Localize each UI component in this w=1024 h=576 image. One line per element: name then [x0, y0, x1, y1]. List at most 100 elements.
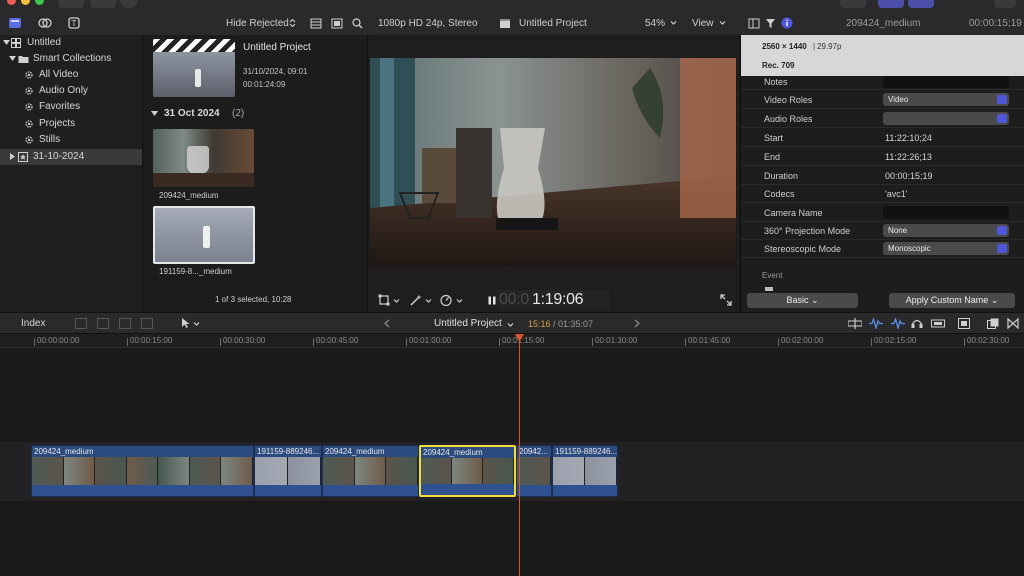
overwrite-clip-icon[interactable] [141, 318, 153, 329]
layout-toggle-button-2[interactable] [908, 0, 934, 8]
import-button[interactable] [58, 0, 84, 8]
timeline-clip[interactable]: 209424_medium [322, 445, 419, 497]
timeline-project-name[interactable]: Untitled Project [434, 318, 502, 329]
viewer-video-frame[interactable] [370, 58, 736, 266]
sidebar-item-event[interactable]: 31-10-2024 [0, 149, 142, 165]
timeline-clip[interactable]: 191159-889246... [552, 445, 618, 497]
filmstrip-frame [32, 457, 64, 485]
notes-field[interactable] [883, 76, 1009, 88]
keyword-button[interactable] [90, 0, 116, 8]
timecode-value: 1:19:06 [532, 291, 584, 308]
timeline-clip[interactable]: 209424_medium [31, 445, 254, 497]
ruler-tick [34, 338, 35, 346]
clip-thumbnail[interactable] [153, 129, 254, 187]
event-section-checkbox[interactable] [765, 287, 773, 291]
share-button[interactable] [840, 0, 866, 8]
inspector-clip-name: 209424_medium [846, 18, 921, 29]
search-icon[interactable] [352, 18, 363, 29]
smart-collection-gear-icon [24, 102, 34, 112]
transform-icon[interactable] [378, 294, 390, 306]
disclosure-triangle-icon[interactable] [3, 39, 10, 46]
clip-name: 209424_medium [159, 191, 219, 200]
popup-chevron-icon [997, 114, 1007, 123]
hide-rejected-filter[interactable]: Hide Rejected [226, 18, 289, 29]
chevron-down-icon [507, 322, 514, 328]
ruler-timecode-label: 00:00:30:00 [223, 336, 266, 345]
camera-name-field[interactable] [883, 206, 1009, 219]
disclosure-triangle-icon[interactable] [9, 153, 16, 160]
basic-metadata-view-button[interactable]: Basic ⌄ [747, 293, 858, 308]
headphones-icon[interactable] [911, 318, 923, 329]
clip-thumbnail-subject [187, 146, 209, 174]
pause-icon[interactable] [488, 296, 496, 305]
ruler-tick [685, 338, 686, 346]
row-label: Codecs [764, 189, 795, 199]
fullscreen-viewer-icon[interactable] [720, 294, 732, 306]
filmstrip-frame [517, 457, 551, 485]
filter-icon[interactable] [765, 18, 776, 29]
stereoscopic-mode-select[interactable]: Monoscopic [883, 242, 1009, 255]
timeline-clip[interactable]: 191159-889246... [254, 445, 322, 497]
zoom-level[interactable]: 54% [645, 18, 665, 29]
timecode-display[interactable]: 00:0 1:19:06 [497, 290, 609, 309]
clapperboard-stripes [153, 39, 235, 52]
info-inspector-icon[interactable] [781, 17, 793, 29]
enhance-wand-icon[interactable] [409, 294, 422, 306]
filmstrip-view-icon[interactable] [310, 18, 322, 29]
sidebar-item-projects[interactable]: Projects [0, 116, 142, 132]
retime-speed-icon[interactable] [440, 294, 452, 306]
sidebar-item-audio-only[interactable]: Audio Only [0, 83, 142, 99]
disclosure-triangle-icon[interactable] [9, 55, 16, 62]
photos-audio-icon[interactable] [38, 16, 52, 30]
solo-icon[interactable] [891, 318, 905, 329]
clip-thumbnail-selected[interactable] [153, 206, 255, 264]
video-inspector-icon[interactable] [748, 18, 760, 29]
insert-clip-icon[interactable] [97, 318, 109, 329]
project-thumbnail[interactable] [153, 39, 235, 97]
timeline-back-icon[interactable] [384, 319, 390, 328]
apply-custom-name-button[interactable]: Apply Custom Name ⌄ [889, 293, 1015, 308]
audio-skimming-icon[interactable] [869, 318, 883, 329]
clip-appearance-icon[interactable] [331, 18, 343, 29]
sidebar-item-favorites[interactable]: Favorites [0, 99, 142, 115]
sidebar-item-stills[interactable]: Stills [0, 132, 142, 148]
ruler-timecode-label: 00:02:30:00 [967, 336, 1010, 345]
filmstrip-frame [386, 457, 418, 485]
timeline-forward-icon[interactable] [634, 319, 640, 328]
clip-appearance-timeline-icon[interactable] [931, 318, 945, 329]
skimming-icon[interactable] [848, 318, 862, 329]
effects-browser-icon[interactable] [958, 318, 970, 329]
zoom-window-button[interactable] [35, 0, 44, 5]
close-window-button[interactable] [7, 0, 16, 5]
disclosure-triangle-icon[interactable] [151, 110, 158, 117]
projection-mode-select[interactable]: None [883, 224, 1009, 237]
clip-filmstrip [517, 457, 551, 485]
video-roles-select[interactable]: Video [883, 93, 1009, 106]
background-tasks-button[interactable] [120, 0, 138, 8]
audio-roles-select[interactable] [883, 112, 1009, 125]
sidebar-item-library[interactable]: Untitled [0, 35, 142, 51]
clip-filmstrip [255, 457, 321, 485]
transitions-browser-icon[interactable] [987, 318, 999, 329]
layout-toggle-button[interactable] [878, 0, 904, 8]
timeline-ruler[interactable]: 00:00:00:00 00:00:15:00 00:00:30:00 00:00:4… [0, 334, 1024, 348]
inspector-row-audio-roles: Audio Roles [741, 110, 1024, 128]
view-menu[interactable]: View [692, 18, 714, 29]
titles-generators-icon[interactable]: T [67, 16, 81, 30]
timeline-clip-selected[interactable]: 209424_medium [419, 445, 516, 497]
sidebar-item-all-video[interactable]: All Video [0, 67, 142, 83]
select-tool-arrow-icon[interactable] [181, 317, 191, 329]
playhead[interactable] [519, 334, 520, 576]
libraries-icon[interactable] [8, 16, 22, 30]
timeline-position: 15:16 [528, 319, 551, 329]
project-thumbnail-image [153, 52, 235, 97]
timeline-index-button[interactable]: Index [21, 318, 45, 329]
minimize-window-button[interactable] [21, 0, 30, 5]
sidebar-item-smart-collections[interactable]: Smart Collections [0, 51, 142, 67]
fullscreen-button[interactable] [994, 0, 1016, 8]
filmstrip-frame [421, 458, 452, 486]
timeline-clip[interactable]: 20942... [516, 445, 552, 497]
connect-clip-icon[interactable] [75, 318, 87, 329]
append-clip-icon[interactable] [119, 318, 131, 329]
bowtie-transition-icon[interactable] [1007, 318, 1019, 329]
